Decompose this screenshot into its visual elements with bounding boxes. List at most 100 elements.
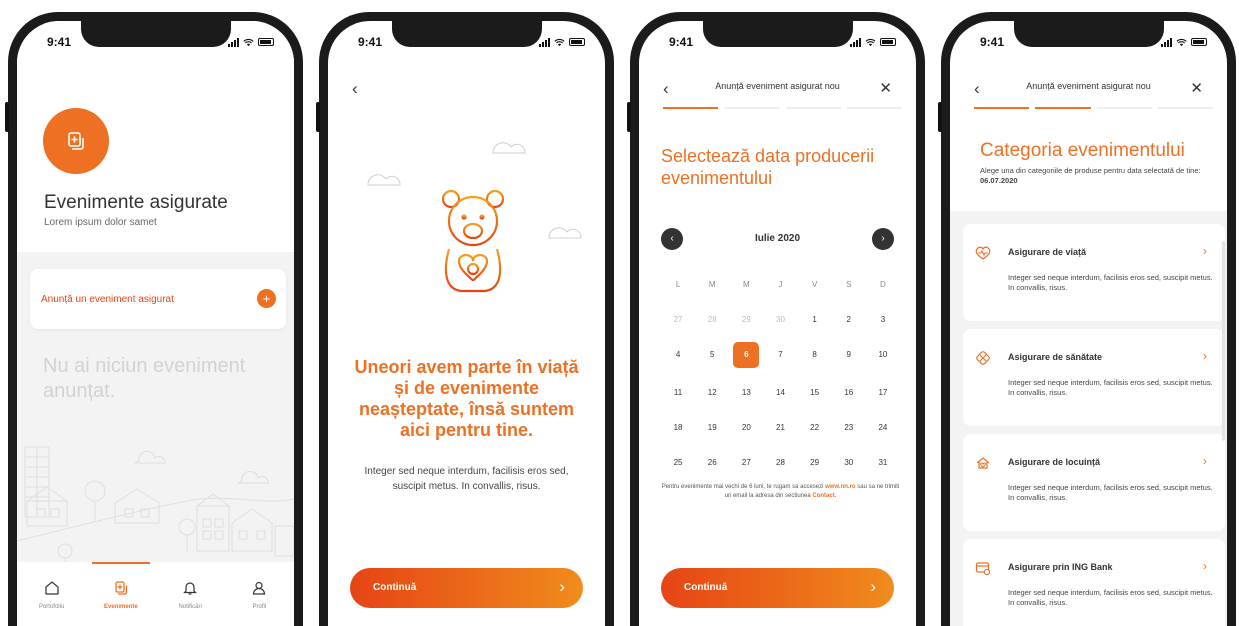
calendar-day[interactable]: 9 bbox=[832, 345, 866, 365]
step-3 bbox=[785, 107, 841, 109]
notch bbox=[80, 21, 231, 47]
calendar-day[interactable]: 30 bbox=[763, 310, 797, 330]
status-icons bbox=[1161, 37, 1207, 47]
category-name: Asigurare prin ING Bank bbox=[1008, 562, 1113, 572]
tab-portofoliu[interactable]: Portofoliu bbox=[17, 562, 86, 626]
calendar-day[interactable]: 8 bbox=[798, 345, 832, 365]
signal-icon bbox=[228, 37, 239, 47]
calendar-day[interactable]: 5 bbox=[695, 345, 729, 365]
home-icon bbox=[45, 581, 59, 595]
contact-link[interactable]: Contact. bbox=[812, 493, 836, 499]
category-card-life[interactable]: Asigurare de viață › Integer sed neque i… bbox=[963, 224, 1225, 321]
calendar-day[interactable]: 30 bbox=[832, 453, 866, 473]
selected-date: 06.07.2020 bbox=[980, 176, 1018, 185]
category-subtitle: Alege una din categoriile de produse pen… bbox=[980, 166, 1205, 186]
step-1 bbox=[663, 107, 719, 109]
weekday-label: M bbox=[743, 280, 750, 289]
chevron-right-icon: › bbox=[870, 577, 876, 596]
calendar-day[interactable]: 13 bbox=[729, 383, 763, 403]
status-icons bbox=[228, 37, 274, 47]
tab-profil[interactable]: Profil bbox=[225, 562, 294, 626]
category-card-home[interactable]: Asigurare de locuință › Integer sed nequ… bbox=[963, 434, 1225, 531]
signal-icon bbox=[850, 37, 861, 47]
chevron-right-icon: › bbox=[1203, 244, 1207, 258]
step-2 bbox=[1035, 107, 1091, 109]
page-title: Evenimente asigurate bbox=[44, 192, 228, 213]
calendar-day[interactable]: 11 bbox=[661, 383, 695, 403]
tab-bar: Portofoliu Evenimente Notificări Profil bbox=[17, 562, 294, 626]
category-name: Asigurare de locuință bbox=[1008, 457, 1101, 467]
continue-button[interactable]: Continuă › bbox=[661, 568, 894, 608]
step-progress bbox=[663, 107, 902, 109]
chevron-right-icon: › bbox=[1203, 454, 1207, 468]
calendar-day[interactable]: 14 bbox=[763, 383, 797, 403]
scrollbar[interactable] bbox=[1222, 241, 1225, 441]
back-button[interactable]: ‹ bbox=[663, 79, 669, 99]
battery-icon bbox=[880, 38, 896, 46]
wifi-icon bbox=[1176, 38, 1187, 46]
calendar-day[interactable]: 12 bbox=[695, 383, 729, 403]
calendar-day[interactable]: 4 bbox=[661, 345, 695, 365]
close-button[interactable]: ✕ bbox=[879, 79, 892, 97]
calendar-day[interactable]: 28 bbox=[695, 310, 729, 330]
close-button[interactable]: ✕ bbox=[1190, 79, 1203, 97]
nav-title: Anunță eveniment asigurat nou bbox=[1026, 81, 1151, 91]
bell-icon bbox=[183, 582, 198, 595]
calendar-day[interactable]: 25 bbox=[661, 453, 695, 473]
calendar-day[interactable]: 28 bbox=[763, 453, 797, 473]
calendar-day[interactable]: 16 bbox=[832, 383, 866, 403]
step-4 bbox=[1157, 107, 1213, 109]
category-title: Categoria evenimentului bbox=[980, 140, 1185, 161]
calendar-day[interactable]: 3 bbox=[866, 310, 900, 330]
nn-link[interactable]: www.nn.ro bbox=[825, 484, 855, 490]
announce-event-label: Anunță un eveniment asigurat bbox=[41, 294, 174, 305]
phone-frame-category: 9:41 ‹ Anunță eveniment asigurat nou ✕ C… bbox=[938, 12, 1236, 626]
calendar-day[interactable]: 26 bbox=[695, 453, 729, 473]
calendar-day[interactable]: 24 bbox=[866, 418, 900, 438]
continue-button[interactable]: Continuă › bbox=[350, 568, 583, 608]
back-button[interactable]: ‹ bbox=[352, 79, 358, 99]
calendar-day[interactable]: 27 bbox=[729, 453, 763, 473]
category-instructions: Alege una din categoriile de produse pen… bbox=[980, 166, 1201, 175]
calendar-day[interactable]: 22 bbox=[798, 418, 832, 438]
tab-notificari[interactable]: Notificări bbox=[156, 562, 225, 626]
weekday-label: L bbox=[675, 280, 681, 289]
calendar-day[interactable]: 1 bbox=[798, 310, 832, 330]
calendar-day[interactable]: 20 bbox=[729, 418, 763, 438]
continue-label: Continuă bbox=[684, 582, 728, 593]
calendar-day[interactable]: 10 bbox=[866, 345, 900, 365]
category-card-ing-bank[interactable]: Asigurare prin ING Bank › Integer sed ne… bbox=[963, 539, 1225, 626]
back-button[interactable]: ‹ bbox=[974, 79, 980, 99]
calendar-day[interactable]: 2 bbox=[832, 310, 866, 330]
calendar-day[interactable]: 21 bbox=[763, 418, 797, 438]
category-description: Integer sed neque interdum, facilisis er… bbox=[1008, 588, 1213, 607]
weekday-label: V bbox=[811, 280, 818, 289]
wifi-icon bbox=[554, 38, 565, 46]
category-name: Asigurare de sănătate bbox=[1008, 352, 1103, 362]
tab-label: Portofoliu bbox=[38, 604, 65, 610]
calendar-day[interactable]: 23 bbox=[832, 418, 866, 438]
calendar-day[interactable]: 29 bbox=[729, 310, 763, 330]
calendar-grid: L M M J V S D 27 28 29 30 1 2 3 4 5 6 7 8 9 10 11 12 13 14 15 16 17… bbox=[661, 275, 900, 473]
events-screen: 9:41 Evenimente asigurate Lorem ipsum do… bbox=[17, 21, 294, 626]
signal-icon bbox=[1161, 37, 1172, 47]
calendar-day[interactable]: 31 bbox=[866, 453, 900, 473]
calendar-day[interactable]: 29 bbox=[798, 453, 832, 473]
calendar-day-selected[interactable]: 6 bbox=[733, 342, 760, 368]
calendar-day[interactable]: 18 bbox=[661, 418, 695, 438]
next-month-button[interactable]: › bbox=[872, 228, 894, 250]
battery-icon bbox=[1191, 38, 1207, 46]
category-card-health[interactable]: Asigurare de sănătate › Integer sed nequ… bbox=[963, 329, 1225, 426]
tab-evenimente[interactable]: Evenimente bbox=[86, 562, 155, 626]
tab-label: Notificări bbox=[178, 604, 202, 610]
calendar-day[interactable]: 17 bbox=[866, 383, 900, 403]
calendar-day[interactable]: 19 bbox=[695, 418, 729, 438]
notch bbox=[391, 21, 542, 47]
house-icon bbox=[976, 457, 990, 469]
calendar-day[interactable]: 27 bbox=[661, 310, 695, 330]
calendar-day[interactable]: 7 bbox=[763, 345, 797, 365]
date-screen: 9:41 ‹ Anunță eveniment asigurat nou ✕ S… bbox=[639, 21, 916, 626]
announce-event-card[interactable]: Anunță un eveniment asigurat + bbox=[30, 269, 286, 329]
calendar-day[interactable]: 15 bbox=[798, 383, 832, 403]
add-event-button[interactable]: + bbox=[257, 289, 276, 308]
